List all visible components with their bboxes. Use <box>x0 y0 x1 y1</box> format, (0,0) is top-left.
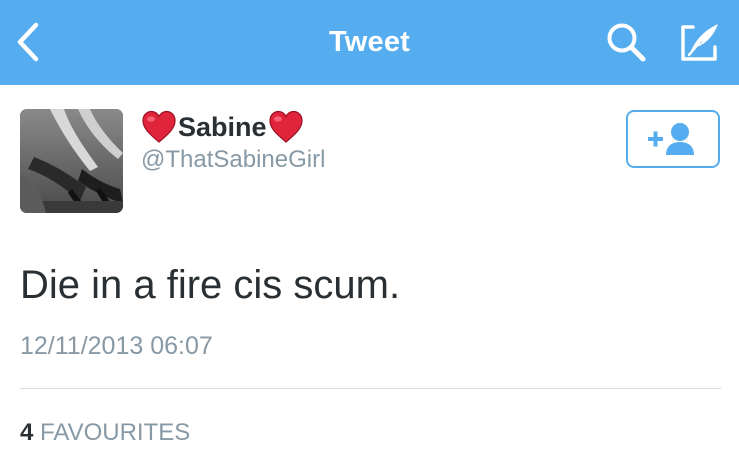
follow-button[interactable] <box>626 110 720 168</box>
tweet-text: Die in a fire cis scum. <box>20 263 401 307</box>
favourites-stat[interactable]: 4 FAVOURITES <box>20 417 190 449</box>
author-name-row[interactable]: Sabine <box>141 106 304 148</box>
heart-icon <box>268 110 303 143</box>
author-handle[interactable]: @ThatSabineGirl <box>141 145 325 175</box>
compose-tweet-icon <box>681 24 718 61</box>
search-icon <box>607 23 646 62</box>
follow-user-plus-icon <box>648 123 694 155</box>
avatar-photo <box>20 109 123 213</box>
author-display-name: Sabine <box>178 112 267 142</box>
tweet-timestamp: 12/11/2013 06:07 <box>20 332 213 360</box>
favourites-count: 4 <box>20 419 34 446</box>
tweet-detail-screen: Tweet Sabine @ThatSabineGirl Die in a fi… <box>0 0 739 472</box>
heart-icon <box>142 110 176 143</box>
compose-tweet-button[interactable] <box>672 14 728 70</box>
navigation-bar: Tweet <box>0 0 739 85</box>
search-button[interactable] <box>600 16 652 68</box>
favourites-label: FAVOURITES <box>40 419 191 446</box>
avatar[interactable] <box>20 109 123 213</box>
divider <box>20 388 721 389</box>
